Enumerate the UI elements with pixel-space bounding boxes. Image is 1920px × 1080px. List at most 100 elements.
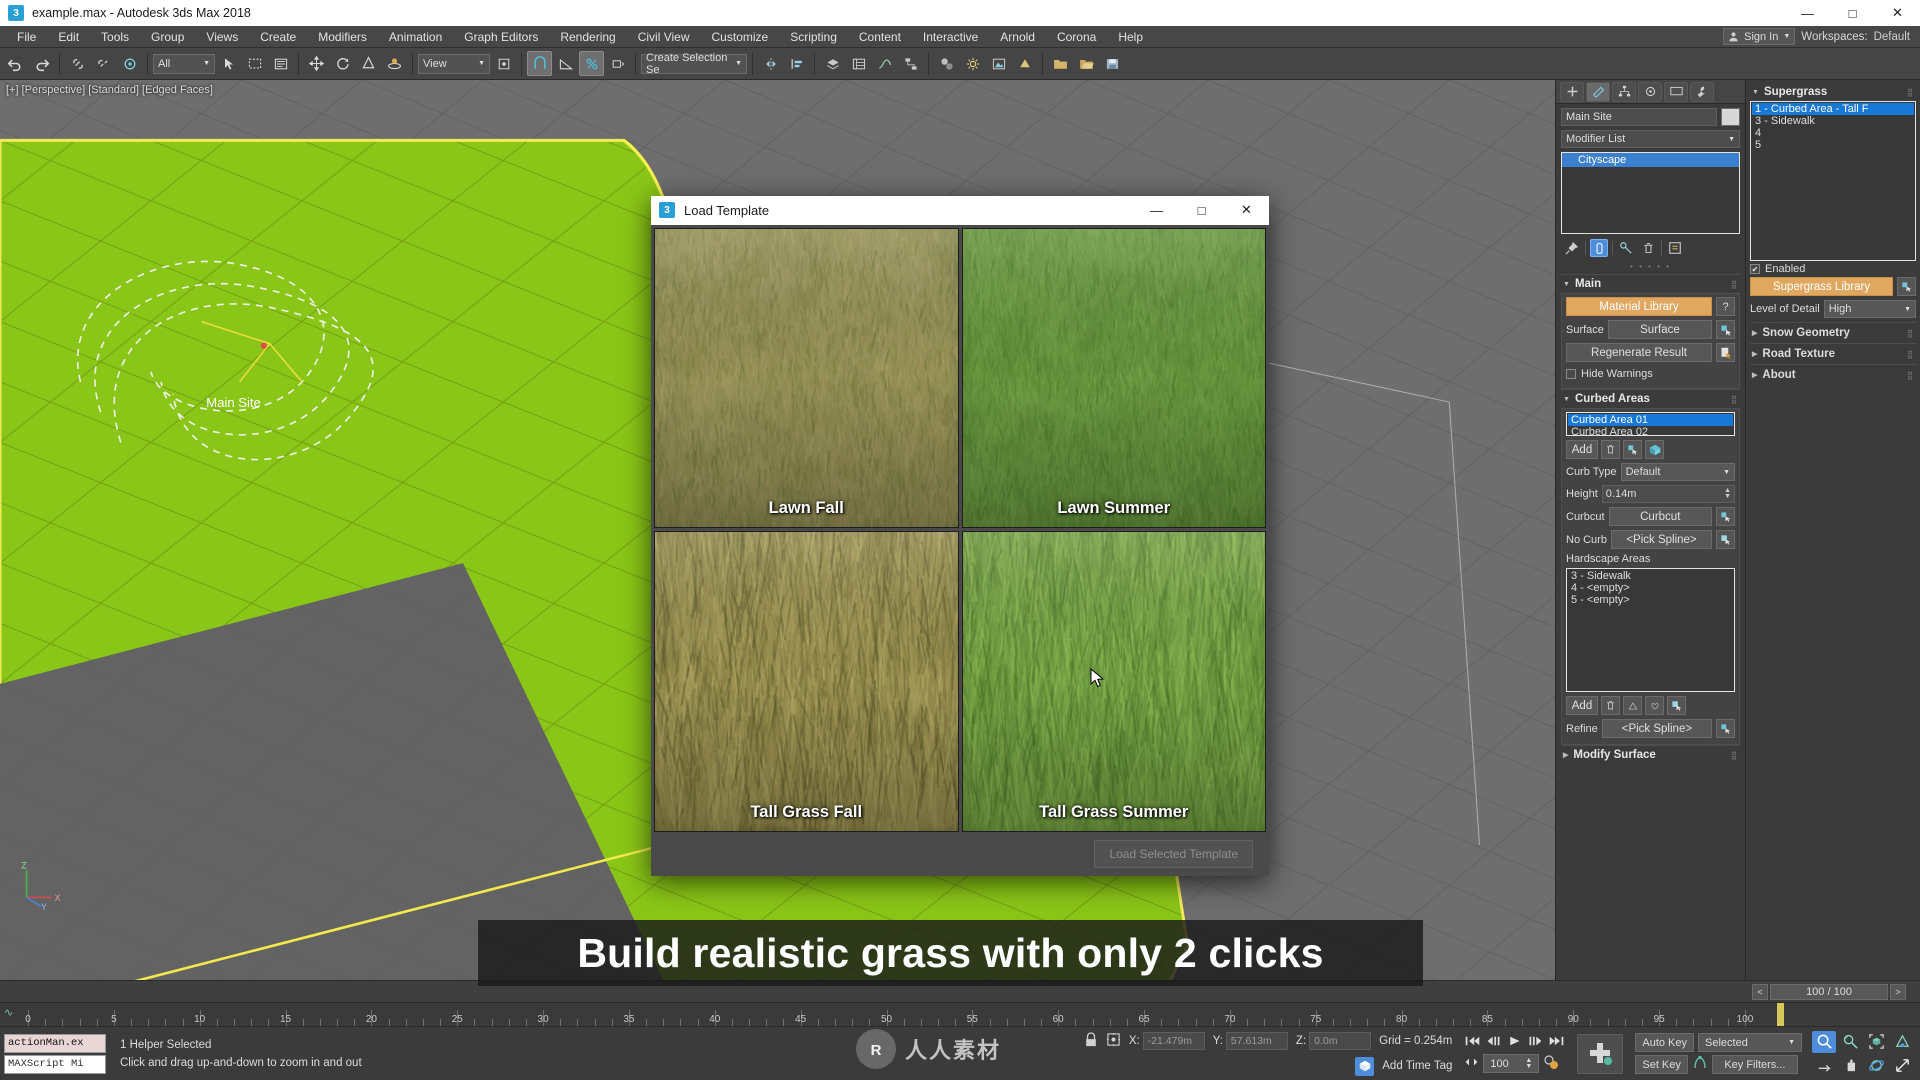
tab-utilities[interactable] — [1690, 82, 1714, 102]
project-folder-icon[interactable] — [1048, 51, 1073, 76]
menu-item-corona[interactable]: Corona — [1046, 28, 1107, 46]
curbed-add-button[interactable]: Add — [1566, 440, 1598, 459]
spinner-arrows-icon[interactable]: ▲ ▼ — [1724, 488, 1731, 500]
template-card-lawn-fall[interactable]: Lawn Fall — [654, 228, 959, 528]
use-pivot-center-icon[interactable] — [491, 51, 516, 76]
curbcut-button[interactable]: Curbcut — [1609, 507, 1712, 526]
pan-walkthrough-icon[interactable] — [1812, 1055, 1836, 1077]
select-and-move-icon[interactable] — [304, 51, 329, 76]
z-coordinate[interactable]: Z: 0.0m — [1296, 1032, 1371, 1050]
spinner-arrows-icon[interactable]: ▲ ▼ — [1525, 1058, 1532, 1070]
help-button[interactable]: ? — [1716, 297, 1735, 316]
modifier-item-cityscape[interactable]: Cityscape — [1562, 153, 1739, 167]
play-animation-icon[interactable] — [1506, 1034, 1523, 1051]
surface-pick-button[interactable]: Surface — [1608, 320, 1712, 339]
menu-item-edit[interactable]: Edit — [47, 28, 90, 46]
menu-item-views[interactable]: Views — [195, 28, 249, 46]
curve-editor-icon[interactable] — [872, 51, 897, 76]
remove-modifier-icon[interactable] — [1639, 239, 1657, 257]
lock-selection-icon[interactable] — [1084, 1032, 1098, 1051]
hardscape-pick-icon[interactable] — [1667, 696, 1686, 715]
no-curb-pick-icon[interactable] — [1716, 530, 1735, 549]
hide-warnings-checkbox[interactable] — [1566, 369, 1576, 379]
curbed-delete-icon[interactable] — [1601, 440, 1620, 459]
prev-frame-button[interactable]: < — [1752, 984, 1768, 1000]
load-selected-template-button[interactable]: Load Selected Template — [1094, 840, 1253, 868]
supergrass-enabled-checkbox[interactable]: ✔ — [1750, 264, 1760, 274]
curbed-areas-list[interactable]: Curbed Area 01 Curbed Area 02 — [1566, 412, 1735, 436]
orbit-icon[interactable] — [1864, 1055, 1888, 1077]
add-time-tag-label[interactable]: Add Time Tag — [1382, 1060, 1452, 1072]
rectangular-select-icon[interactable] — [242, 51, 267, 76]
menu-item-interactive[interactable]: Interactive — [912, 28, 989, 46]
supergrass-list[interactable]: 1 - Curbed Area - Tall F 3 - Sidewalk 4 … — [1750, 101, 1916, 261]
scene-explorer-icon[interactable] — [846, 51, 871, 76]
hardscape-areas-list[interactable]: 3 - Sidewalk 4 - <empty> 5 - <empty> — [1566, 568, 1735, 692]
workspaces-selector[interactable]: Workspaces: Default — [1801, 31, 1910, 43]
track-bar-ruler[interactable]: ∿ 0 5 10 15 20 25 30 35 40 45 50 55 60 65 70 75 80 85 90 95… — [0, 1002, 1920, 1026]
template-card-lawn-summer[interactable]: Lawn Summer — [962, 228, 1267, 528]
select-and-scale-icon[interactable] — [356, 51, 381, 76]
modifier-list-combo[interactable]: Modifier List ▼ — [1561, 130, 1740, 148]
curb-height-spinner[interactable]: 0.14m ▲ ▼ — [1602, 485, 1735, 503]
previous-frame-icon[interactable] — [1485, 1034, 1502, 1051]
rollout-snow-geometry[interactable]: ▶ Snow Geometry ⣿ — [1750, 322, 1916, 343]
named-selection-set-combo[interactable]: Create Selection Se ▼ — [641, 54, 747, 74]
hardscape-delete-icon[interactable] — [1601, 696, 1620, 715]
select-by-name-icon[interactable] — [268, 51, 293, 76]
render-setup-icon[interactable] — [960, 51, 985, 76]
rendered-frame-window-icon[interactable] — [986, 51, 1011, 76]
supergrass-library-pick-icon[interactable] — [1897, 277, 1916, 296]
set-key-button[interactable]: Set Key — [1635, 1055, 1688, 1074]
curbed-pick-icon[interactable] — [1623, 440, 1642, 459]
list-item[interactable]: 5 — [1752, 139, 1914, 151]
list-item[interactable]: 4 - <empty> — [1568, 582, 1733, 594]
snap-toggle-icon[interactable] — [527, 51, 552, 76]
list-item[interactable]: 3 - Sidewalk — [1752, 115, 1914, 127]
hardscape-up-icon[interactable] — [1623, 696, 1642, 715]
y-coordinate[interactable]: Y: 57.613m — [1213, 1032, 1288, 1050]
schematic-view-icon[interactable] — [898, 51, 923, 76]
tab-display[interactable] — [1664, 82, 1688, 102]
template-card-tall-grass-fall[interactable]: Tall Grass Fall — [654, 531, 959, 831]
hide-warnings-row[interactable]: Hide Warnings — [1566, 366, 1735, 382]
key-filters-button[interactable]: Key Filters... — [1712, 1055, 1798, 1074]
list-item[interactable]: 4 — [1752, 127, 1914, 139]
list-item[interactable]: Curbed Area 02 — [1568, 426, 1733, 438]
angle-snap-icon[interactable] — [553, 51, 578, 76]
field-of-view-icon[interactable] — [1890, 1031, 1914, 1053]
frame-field[interactable]: 100 / 100 — [1770, 984, 1888, 1000]
surface-picker-icon[interactable] — [1716, 320, 1735, 339]
rollout-curbed-areas-header[interactable]: ▼ Curbed Areas ⣿ — [1561, 390, 1740, 408]
add-time-tag-icon[interactable] — [1355, 1057, 1374, 1076]
menu-item-animation[interactable]: Animation — [378, 28, 453, 46]
menu-item-tools[interactable]: Tools — [90, 28, 140, 46]
undo-icon[interactable] — [3, 51, 28, 76]
object-color-swatch[interactable] — [1721, 108, 1740, 126]
absolute-mode-icon[interactable] — [1106, 1032, 1121, 1050]
spinner-snap-icon[interactable] — [605, 51, 630, 76]
menu-item-arnold[interactable]: Arnold — [989, 28, 1046, 46]
next-frame-button[interactable]: > — [1890, 984, 1906, 1000]
frame-step-icon[interactable] — [1464, 1056, 1479, 1071]
menu-item-modifiers[interactable]: Modifiers — [307, 28, 378, 46]
pin-stack-icon[interactable] — [1563, 239, 1581, 257]
list-item[interactable]: 3 - Sidewalk — [1568, 570, 1733, 582]
render-production-icon[interactable] — [1012, 51, 1037, 76]
tab-hierarchy[interactable] — [1612, 82, 1636, 102]
supergrass-library-button[interactable]: Supergrass Library — [1750, 277, 1893, 296]
selection-filter-combo[interactable]: All ▼ — [153, 54, 215, 74]
go-to-start-icon[interactable] — [1464, 1034, 1481, 1051]
maxscript-input-field[interactable]: actionMan.ex — [4, 1034, 106, 1053]
sign-in-button[interactable]: Sign In ▼ — [1723, 28, 1795, 45]
zoom-all-icon[interactable] — [1838, 1031, 1862, 1053]
time-slider-handle[interactable] — [1777, 1003, 1784, 1026]
reference-coordinate-combo[interactable]: View ▼ — [418, 54, 490, 74]
menu-item-scripting[interactable]: Scripting — [779, 28, 848, 46]
template-card-tall-grass-summer[interactable]: Tall Grass Summer — [962, 531, 1267, 831]
hardscape-add-button[interactable]: Add — [1566, 696, 1598, 715]
curbed-object-icon[interactable] — [1645, 440, 1664, 459]
hardscape-heart-icon[interactable] — [1645, 696, 1664, 715]
auto-key-button[interactable]: Auto Key — [1635, 1033, 1694, 1052]
tab-modify[interactable] — [1586, 82, 1610, 102]
